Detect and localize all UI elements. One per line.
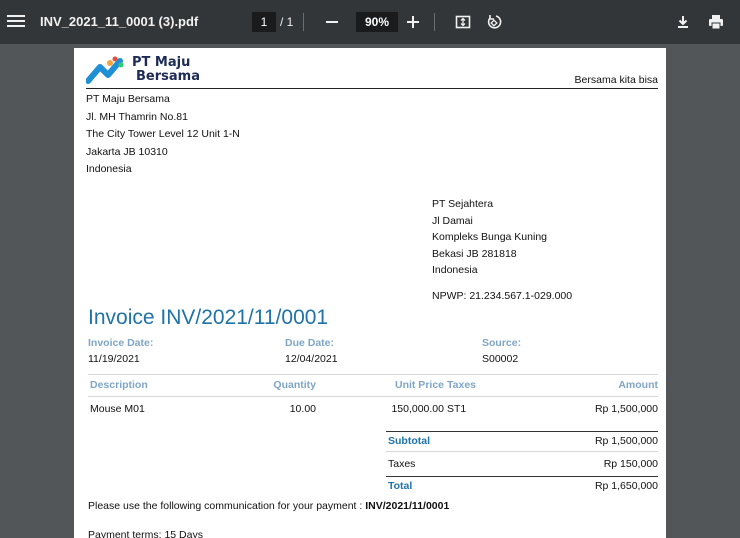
rotate-icon [487, 15, 502, 29]
communication-reference: INV/2021/11/0001 [365, 500, 450, 512]
cell-unit-price: 150,000.00 [391, 403, 444, 415]
cell-description: Mouse M01 [90, 403, 145, 415]
company-logo: PT Maju Bersama [86, 55, 226, 85]
total-value: Rp 1,650,000 [594, 480, 658, 492]
taxes-value: Rp 150,000 [603, 458, 658, 470]
totals-divider [386, 451, 658, 452]
file-name: INV_2021_11_0001 (3).pdf [40, 14, 199, 29]
customer-npwp: NPWP: 21.234.567.1-029.000 [432, 290, 573, 302]
address-line: Kompleks Bunga Kuning [432, 231, 547, 243]
print-icon [709, 15, 723, 30]
zoom-out-button[interactable] [321, 11, 343, 33]
logo-line-1: PT Maju [132, 55, 191, 70]
print-button[interactable] [705, 11, 727, 33]
address-line: Indonesia [432, 264, 478, 276]
total-label: Total [388, 480, 413, 492]
logo-icon [86, 56, 124, 84]
fit-page-button[interactable] [452, 11, 474, 33]
payment-terms: Payment terms: 15 Days [88, 529, 203, 538]
address-line: Jakarta JB 10310 [86, 145, 168, 158]
col-header-taxes: Taxes [447, 379, 476, 391]
subtotal-label: Subtotal [388, 435, 430, 447]
source-value: S00002 [482, 353, 519, 365]
taxes-label: Taxes [388, 458, 416, 470]
page-number-input[interactable] [252, 12, 276, 32]
communication-text: Please use the following communication f… [88, 500, 366, 512]
address-line: The City Tower Level 12 Unit 1-N [86, 128, 240, 140]
table-divider [88, 374, 658, 375]
col-header-quantity: Quantity [273, 379, 316, 391]
payment-communication: Please use the following communication f… [88, 500, 449, 512]
invoice-date-value: 11/19/2021 [88, 353, 140, 365]
address-line: Indonesia [86, 163, 132, 175]
col-header-unit-price: Unit Price [394, 379, 444, 391]
toolbar-divider [434, 13, 435, 31]
zoom-out-icon [326, 21, 338, 23]
download-button[interactable] [672, 11, 694, 33]
company-address: PT Maju Bersama Jl. MH Thamrin No.81 The… [86, 91, 240, 179]
due-date-value: 12/04/2021 [285, 353, 338, 365]
company-tagline: Bersama kita bisa [574, 74, 658, 86]
logo-line-2: Bersama [136, 69, 200, 84]
col-header-amount: Amount [618, 379, 658, 391]
totals-divider [386, 476, 658, 477]
invoice-title: Invoice INV/2021/11/0001 [88, 306, 329, 329]
page-total: / 1 [280, 15, 294, 29]
zoom-level[interactable]: 90% [356, 12, 398, 32]
address-line: PT Maju Bersama [86, 93, 170, 105]
address-line: PT Sejahtera [432, 198, 494, 210]
totals-divider [386, 431, 658, 432]
zoom-in-icon [407, 16, 419, 28]
cell-taxes: ST1 [447, 403, 467, 415]
due-date-label: Due Date: [285, 337, 335, 349]
subtotal-value: Rp 1,500,000 [594, 435, 658, 447]
address-line: Jl Damai [432, 214, 473, 227]
invoice-date-label: Invoice Date: [88, 337, 154, 349]
address-line: Bekasi JB 281818 [432, 247, 517, 260]
fit-page-icon [455, 15, 471, 29]
table-divider [88, 396, 658, 397]
source-label: Source: [482, 337, 522, 349]
menu-icon[interactable] [6, 12, 26, 32]
cell-amount: Rp 1,500,000 [594, 403, 658, 415]
customer-address: PT Sejahtera Jl Damai Kompleks Bunga Kun… [432, 196, 547, 279]
col-header-description: Description [90, 379, 148, 391]
address-line: Jl. MH Thamrin No.81 [86, 110, 188, 123]
pdf-toolbar: INV_2021_11_0001 (3).pdf / 1 90% [0, 0, 740, 44]
pdf-page: PT Maju Bersama Bersama kita bisa PT Maj… [74, 48, 666, 538]
zoom-in-button[interactable] [402, 11, 424, 33]
download-icon [678, 16, 688, 28]
toolbar-divider [303, 13, 304, 31]
rotate-button[interactable] [483, 11, 505, 33]
header-divider [86, 88, 658, 89]
cell-quantity: 10.00 [289, 403, 316, 415]
